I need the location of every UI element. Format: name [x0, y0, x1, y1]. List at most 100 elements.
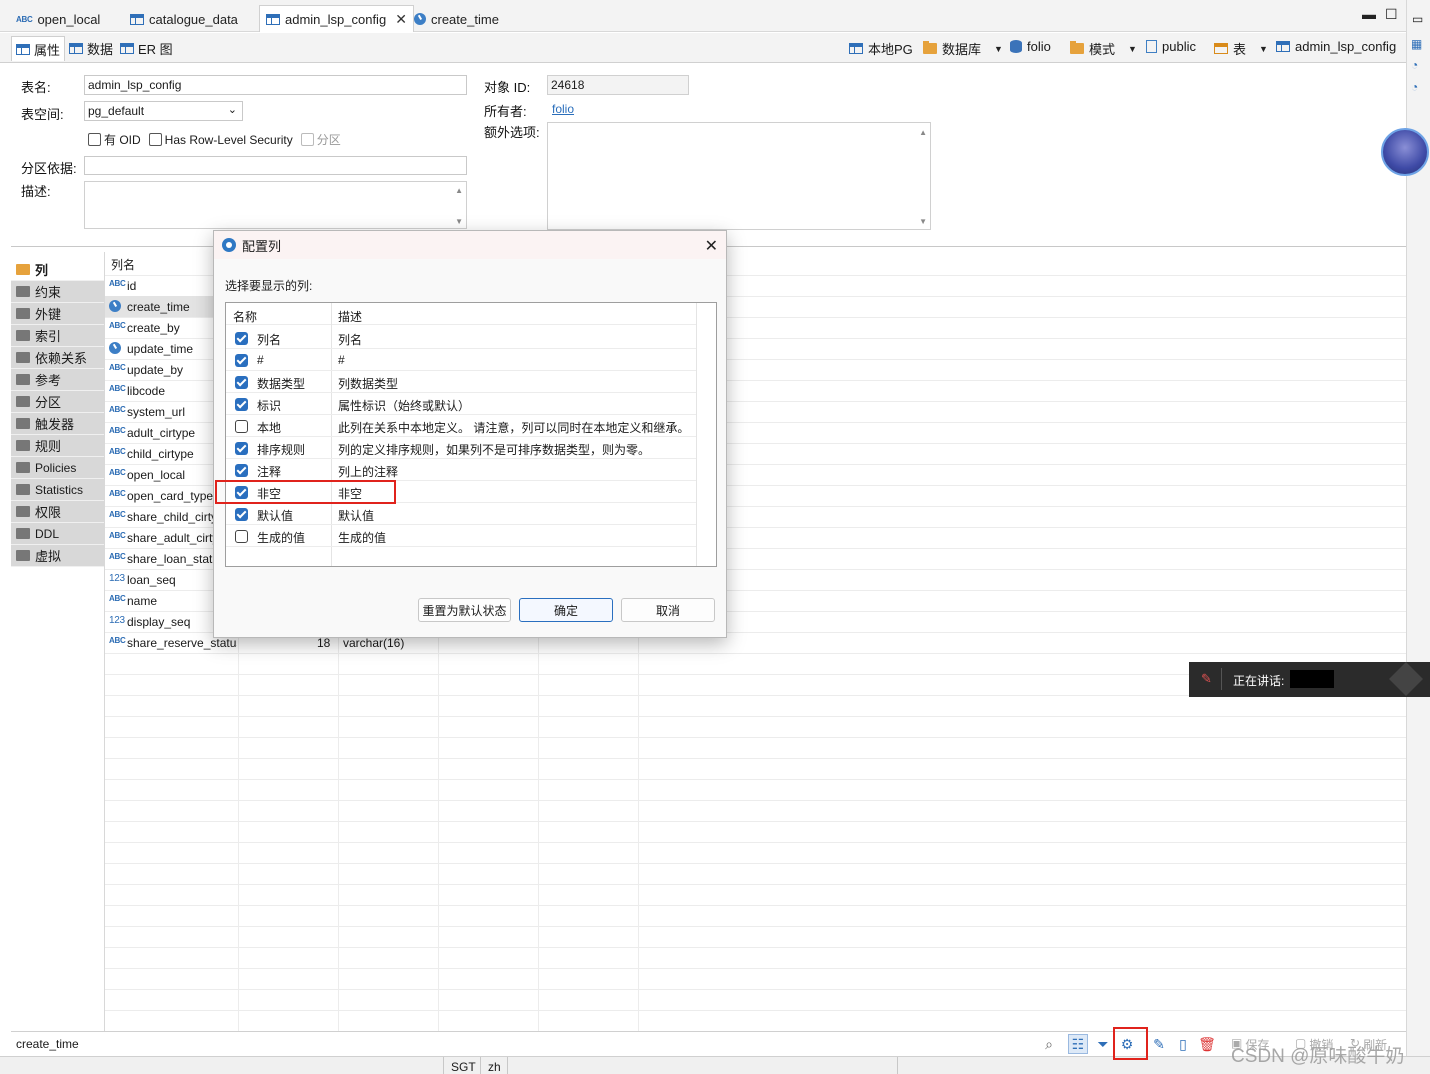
- gear-icon: [222, 238, 236, 252]
- muted-mic-icon[interactable]: ✎: [1201, 671, 1212, 687]
- owner-link[interactable]: folio: [552, 102, 574, 116]
- has-oid-label: 有 OID: [104, 133, 141, 147]
- column-divider: [696, 303, 697, 566]
- column-header-name[interactable]: 列名: [111, 256, 135, 273]
- column-config-row[interactable]: 排序规则 列的定义排序规则，如果列不是可排序数据类型，则为零。: [226, 437, 696, 459]
- add-column-icon[interactable]: ▯: [1173, 1034, 1193, 1054]
- outline-icon[interactable]: ▦: [1411, 37, 1422, 51]
- row-level-security-checkbox[interactable]: Has Row-Level Security: [148, 133, 293, 147]
- column-config-row[interactable]: 数据类型 列数据类型: [226, 371, 696, 393]
- text-type-icon: ABC: [109, 447, 126, 456]
- table-name-input[interactable]: admin_lsp_config: [84, 75, 467, 95]
- section-label: 约束: [35, 285, 62, 300]
- column-config-row[interactable]: 生成的值 生成的值: [226, 525, 696, 547]
- cancel-button[interactable]: 取消: [621, 598, 715, 622]
- section-ddl[interactable]: DDL: [11, 523, 104, 545]
- config-column-name: #: [257, 353, 264, 367]
- schema-name[interactable]: public: [1146, 39, 1196, 54]
- connection-selector[interactable]: 本地PG: [849, 39, 913, 58]
- close-icon[interactable]: ✕: [395, 11, 407, 28]
- section-label: 外键: [35, 307, 62, 322]
- editor-tab-admin-lsp-config[interactable]: admin_lsp_config ✕: [259, 5, 414, 32]
- editor-tab-label: create_time: [431, 11, 499, 27]
- section-foreign-keys[interactable]: 外键: [11, 303, 104, 325]
- extra-options-textarea[interactable]: ▲ ▼: [547, 122, 931, 230]
- scroll-up-icon[interactable]: ▲: [919, 128, 927, 137]
- column-config-row[interactable]: 本地 此列在关系中本地定义。 请注意，列可以同时在本地定义和继承。: [226, 415, 696, 437]
- tree-view-icon[interactable]: ☷: [1068, 1034, 1088, 1054]
- filter-icon[interactable]: ⏷: [1093, 1034, 1113, 1054]
- checkbox-checked-icon[interactable]: [235, 442, 248, 455]
- column-config-row[interactable]: 标识 属性标识（始终或默认）: [226, 393, 696, 415]
- tablespace-select[interactable]: pg_default ⌄: [84, 101, 243, 121]
- description-column-header[interactable]: 描述: [338, 308, 362, 325]
- checkbox-checked-icon[interactable]: [235, 398, 248, 411]
- section-triggers[interactable]: 触发器: [11, 413, 104, 435]
- section-constraints[interactable]: 约束: [11, 281, 104, 303]
- checkbox-checked-icon[interactable]: [235, 354, 248, 367]
- column-config-row[interactable]: 列名 列名: [226, 327, 696, 349]
- text-type-icon: ABC: [109, 384, 126, 393]
- section-rules[interactable]: 规则: [11, 435, 104, 457]
- section-columns[interactable]: 列: [11, 259, 104, 281]
- description-textarea[interactable]: ▲ ▼: [84, 181, 467, 229]
- column-config-row[interactable]: 注释 列上的注释: [226, 459, 696, 481]
- chevron-down-icon[interactable]: ▼: [994, 44, 1003, 54]
- section-references[interactable]: 参考: [11, 369, 104, 391]
- status-divider: [507, 1057, 508, 1074]
- has-oid-checkbox[interactable]: 有 OID: [88, 131, 141, 148]
- database-selector[interactable]: 数据库 ▼: [923, 39, 1003, 58]
- maximize-icon[interactable]: ☐: [1385, 6, 1398, 23]
- tab-label: 数据: [87, 42, 114, 57]
- chevron-down-icon[interactable]: ▼: [1128, 44, 1137, 54]
- scroll-down-icon[interactable]: ▼: [455, 217, 463, 226]
- avatar[interactable]: [1381, 128, 1429, 176]
- chevron-down-icon[interactable]: ▼: [1259, 44, 1268, 54]
- restore-icon[interactable]: ▭: [1412, 12, 1423, 26]
- schema-selector[interactable]: 模式 ▼: [1070, 39, 1137, 58]
- status-divider: [443, 1057, 444, 1074]
- dashboard-icon[interactable]: ◔: [1411, 58, 1418, 72]
- checkbox-checked-icon[interactable]: [235, 464, 248, 477]
- section-indexes[interactable]: 索引: [11, 325, 104, 347]
- search-icon[interactable]: ⌕: [1039, 1034, 1059, 1054]
- gauge-icon[interactable]: ◔: [1411, 80, 1418, 94]
- section-permissions[interactable]: 权限: [11, 501, 104, 523]
- checkbox-checked-icon[interactable]: [235, 508, 248, 521]
- reset-default-button[interactable]: 重置为默认状态: [418, 598, 511, 622]
- section-partitions[interactable]: 分区: [11, 391, 104, 413]
- checkbox-unchecked-icon[interactable]: [235, 530, 248, 543]
- tab-er-diagram[interactable]: ER 图: [116, 36, 177, 61]
- checkbox-unchecked-icon[interactable]: [235, 420, 248, 433]
- tab-data[interactable]: 数据: [65, 36, 117, 61]
- scroll-down-icon[interactable]: ▼: [919, 217, 927, 226]
- ok-button[interactable]: 确定: [519, 598, 613, 622]
- edit-pencil-icon[interactable]: ✎: [1149, 1034, 1169, 1054]
- delete-icon[interactable]: 🗑: [1197, 1034, 1217, 1054]
- checkbox-checked-icon[interactable]: [235, 376, 248, 389]
- column-config-row[interactable]: # #: [226, 349, 696, 371]
- scroll-up-icon[interactable]: ▲: [455, 186, 463, 195]
- editor-tab-catalogue-data[interactable]: catalogue_data: [124, 6, 244, 32]
- database-name[interactable]: folio: [1010, 39, 1051, 54]
- name-column-header[interactable]: 名称: [233, 308, 257, 325]
- section-dependencies[interactable]: 依赖关系: [11, 347, 104, 369]
- partition-by-input[interactable]: [84, 156, 467, 175]
- table-name[interactable]: admin_lsp_config: [1276, 39, 1396, 54]
- close-icon[interactable]: ✕: [705, 236, 718, 256]
- text-type-icon: ABC: [109, 279, 126, 288]
- column-config-row[interactable]: 默认值 默认值: [226, 503, 696, 525]
- table-selector[interactable]: 表 ▼: [1214, 39, 1268, 58]
- checkbox-checked-icon[interactable]: [235, 332, 248, 345]
- clock-icon: [414, 13, 426, 25]
- section-virtual[interactable]: 虚拟: [11, 545, 104, 567]
- config-column-description: 属性标识（始终或默认）: [338, 399, 471, 413]
- editor-tab-create-time[interactable]: create_time: [408, 6, 505, 32]
- column-config-header: 名称 描述: [226, 303, 696, 325]
- editor-tab-open-local[interactable]: ABC open_local: [10, 6, 106, 32]
- tab-properties[interactable]: 属性: [11, 36, 66, 61]
- config-column-description: 列的定义排序规则，如果列不是可排序数据类型，则为零。: [338, 443, 651, 457]
- section-policies[interactable]: Policies: [11, 457, 104, 479]
- section-statistics[interactable]: Statistics: [11, 479, 104, 501]
- minimize-icon[interactable]: ▬: [1362, 6, 1376, 22]
